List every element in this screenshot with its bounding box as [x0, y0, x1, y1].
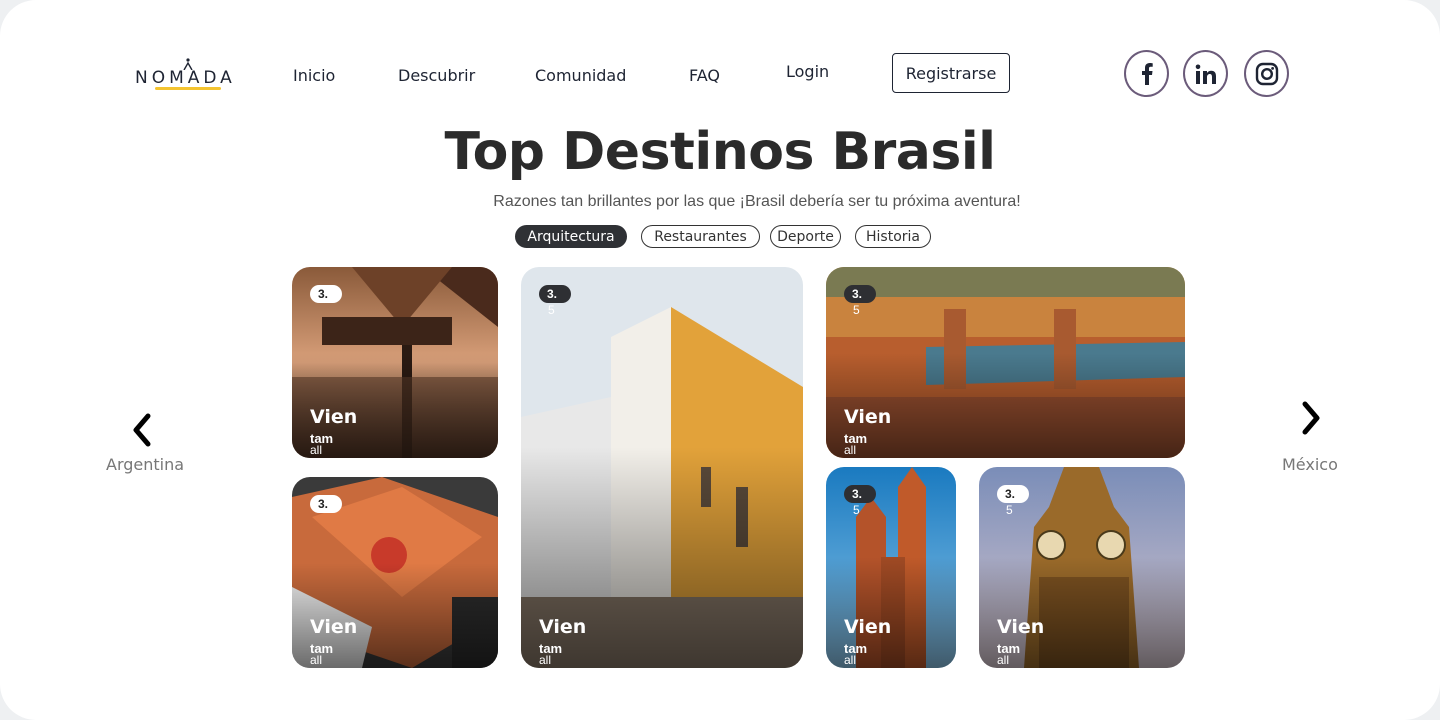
- card-meta-secondary: all: [844, 653, 857, 667]
- rating-badge: 3.: [539, 285, 571, 303]
- filter-chip-restaurantes[interactable]: Restaurantes: [641, 225, 760, 248]
- rating-badge: 3.: [310, 495, 342, 513]
- card-title: Vien: [844, 616, 892, 638]
- card-title: Vien: [844, 406, 892, 428]
- rating-badge: 3.: [844, 285, 876, 303]
- next-destination-label[interactable]: México: [1282, 455, 1338, 474]
- instagram-glyph: [1255, 62, 1278, 85]
- brand-name: NOMADA: [135, 68, 236, 88]
- facebook-glyph: [1141, 62, 1153, 85]
- destination-card[interactable]: 3. 5 Vien tam all: [979, 467, 1185, 668]
- rating-badge-sub: 5: [548, 303, 555, 317]
- register-button[interactable]: Registrarse: [892, 53, 1010, 93]
- card-title: Vien: [997, 616, 1045, 638]
- page-subtitle: Razones tan brillantes por las que ¡Bras…: [493, 193, 1021, 210]
- linkedin-icon[interactable]: [1183, 50, 1228, 97]
- page-title: Top Destinos Brasil: [444, 122, 996, 182]
- rating-badge-sub: 5: [853, 303, 860, 317]
- nav-inicio[interactable]: Inicio: [293, 66, 335, 85]
- destination-card[interactable]: 3. 5 Vien tam all: [826, 467, 956, 668]
- destination-card[interactable]: 3. Vien tam all: [292, 477, 498, 668]
- rating-badge: 3.: [997, 485, 1029, 503]
- rating-badge-sub: 5: [853, 503, 860, 517]
- rating-badge: 3.: [844, 485, 876, 503]
- destination-card[interactable]: 3. 5 Vien tam all: [826, 267, 1185, 458]
- linkedin-glyph: [1195, 64, 1216, 84]
- card-meta-secondary: all: [539, 653, 552, 667]
- logo-underline: [155, 87, 221, 90]
- instagram-icon[interactable]: [1244, 50, 1289, 97]
- nav-comunidad[interactable]: Comunidad: [535, 66, 626, 85]
- filter-chip-arquitectura[interactable]: Arquitectura: [515, 225, 627, 248]
- facebook-icon[interactable]: [1124, 50, 1169, 97]
- card-title: Vien: [310, 616, 358, 638]
- page-frame: NOMADA Inicio Descubrir Comunidad FAQ Lo…: [0, 0, 1440, 720]
- nav-descubrir[interactable]: Descubrir: [398, 66, 475, 85]
- nav-login[interactable]: Login: [786, 62, 829, 81]
- card-meta-secondary: all: [844, 443, 857, 457]
- card-meta-secondary: all: [997, 653, 1010, 667]
- card-meta-secondary: all: [310, 443, 323, 457]
- chevron-left-icon[interactable]: [126, 410, 160, 450]
- filter-chip-deporte[interactable]: Deporte: [770, 225, 841, 248]
- filter-chip-historia[interactable]: Historia: [855, 225, 931, 248]
- rating-badge-sub: 5: [1006, 503, 1013, 517]
- card-meta-secondary: all: [310, 653, 323, 667]
- nav-faq[interactable]: FAQ: [689, 66, 720, 85]
- destination-card[interactable]: 3. 5 Vien tam all: [521, 267, 803, 668]
- destination-card[interactable]: 3. Vien tam all: [292, 267, 498, 458]
- rating-badge: 3.: [310, 285, 342, 303]
- prev-destination-label[interactable]: Argentina: [106, 455, 184, 474]
- card-title: Vien: [310, 406, 358, 428]
- card-title: Vien: [539, 616, 587, 638]
- chevron-right-icon[interactable]: [1293, 398, 1327, 438]
